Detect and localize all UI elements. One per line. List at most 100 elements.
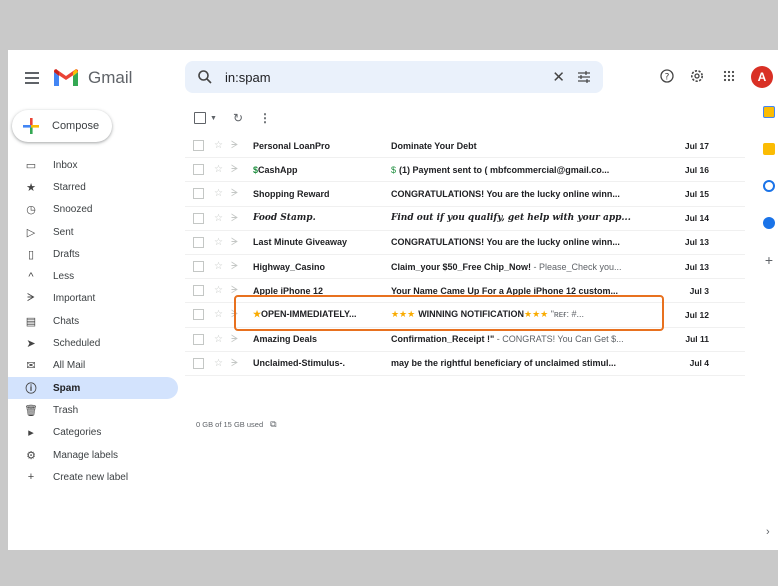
account-avatar[interactable]: A <box>751 66 773 88</box>
row-checkbox[interactable] <box>193 212 204 224</box>
sender-name: Highway_Casino <box>252 261 325 272</box>
contacts-icon[interactable] <box>763 217 775 229</box>
star-icon: ★ <box>26 181 36 194</box>
email-row[interactable]: ☆ ᗒ $CashApp $ (1) Payment sent to ( mbfcomm… <box>185 158 745 183</box>
important-marker-icon[interactable]: ᗒ <box>231 334 239 345</box>
search-bar[interactable]: ✕ <box>185 61 603 93</box>
select-dropdown-icon[interactable]: ▼ <box>210 115 217 122</box>
search-options-icon[interactable] <box>577 70 591 84</box>
email-snippet: "ʀᴇғ: #... <box>548 309 585 320</box>
row-checkbox[interactable] <box>193 140 204 152</box>
important-marker-icon[interactable]: ᗒ <box>231 140 239 151</box>
sidebar-item-snoozed[interactable]: ◷ Snoozed <box>8 199 178 221</box>
sender-name: Unclaimed-Stimulus-. <box>252 358 345 369</box>
star-icon[interactable]: ☆ <box>214 213 223 224</box>
search-input[interactable] <box>223 68 547 86</box>
help-icon[interactable]: ? <box>660 69 674 83</box>
star-icon[interactable]: ☆ <box>214 309 223 320</box>
star-icon[interactable]: ☆ <box>214 285 223 296</box>
row-checkbox[interactable] <box>193 261 204 273</box>
email-row[interactable]: ☆ ᗒ ★OPEN-IMMEDIATELY... ★★★ WINNING NOTIFIC… <box>185 303 745 328</box>
sidebar-item-all-mail[interactable]: ✉ All Mail <box>8 355 178 377</box>
important-marker-icon[interactable]: ᗒ <box>231 261 239 272</box>
sidebar-item-important[interactable]: ᗒ Important <box>8 288 178 310</box>
row-checkbox[interactable] <box>193 188 204 200</box>
email-row[interactable]: ☆ ᗒ Highway_Casino Claim_your $50_Free Chip… <box>185 254 745 280</box>
important-marker-icon[interactable]: ᗒ <box>231 237 239 248</box>
apps-grid-icon[interactable] <box>723 70 735 82</box>
clock-icon: ◷ <box>26 204 36 217</box>
sender-name: Personal LoanPro <box>252 140 330 151</box>
show-side-panel-icon[interactable]: › <box>766 526 770 538</box>
sidebar-item-label: Manage labels <box>53 449 119 461</box>
email-date: Jul 17 <box>684 140 709 151</box>
email-subject: CONGRATULATIONS! You are the lucky onlin… <box>391 237 631 247</box>
email-row[interactable]: ☆ ᗒ Apple iPhone 12 Your Name Came Up For a… <box>185 279 745 304</box>
add-addon-icon[interactable]: + <box>763 253 775 267</box>
gmail-wordmark: Gmail <box>88 68 133 87</box>
clear-search-icon[interactable]: ✕ <box>552 68 565 86</box>
important-marker-icon[interactable]: ᗒ <box>231 188 239 199</box>
important-marker-icon[interactable]: ᗒ <box>231 164 239 175</box>
main-menu-icon[interactable] <box>25 72 39 84</box>
row-checkbox[interactable] <box>193 285 204 297</box>
email-row[interactable]: ☆ ᗒ Shopping Reward CONGRATULATIONS! You ar… <box>185 182 745 207</box>
email-row[interactable]: ☆ ᗒ Amazing Deals Confirmation_Receipt !" -… <box>185 327 745 352</box>
important-marker-icon[interactable]: ᗒ <box>231 309 239 320</box>
row-checkbox[interactable] <box>193 333 204 345</box>
email-date: Jul 15 <box>684 188 709 199</box>
email-subject: Find out if you qualify, get help with y… <box>391 213 631 223</box>
sidebar-item-trash[interactable]: 🗑 Trash <box>8 399 178 421</box>
subject-text: Dominate Your Debt <box>390 140 477 151</box>
tasks-icon[interactable] <box>763 180 775 192</box>
search-icon[interactable] <box>197 69 213 85</box>
sidebar-item-spam[interactable]: ⓘ Spam <box>8 376 178 400</box>
sender-name: CashApp <box>257 164 298 175</box>
select-all-checkbox[interactable] <box>194 112 206 124</box>
star-icon[interactable]: ☆ <box>214 237 223 248</box>
sender-name: Apple iPhone 12 <box>252 285 323 296</box>
email-date: Jul 11 <box>685 334 709 345</box>
sidebar-item-starred[interactable]: ★ Starred <box>8 176 178 198</box>
email-row[interactable]: ☆ ᗒ Personal LoanPro Dominate Your Debt Jul … <box>185 134 745 159</box>
sidebar-item-categories[interactable]: ▸ Categories <box>8 422 178 444</box>
keep-icon[interactable] <box>763 143 775 155</box>
star-icon[interactable]: ☆ <box>214 188 223 199</box>
more-options-icon[interactable]: ⋮ <box>259 111 271 125</box>
row-checkbox[interactable] <box>193 164 204 176</box>
row-checkbox[interactable] <box>193 357 204 369</box>
external-link-icon[interactable]: ⧉ <box>270 419 276 430</box>
sidebar-item-manage-labels[interactable]: ⚙ Manage labels <box>8 444 178 466</box>
row-checkbox[interactable] <box>193 236 204 248</box>
row-checkbox[interactable] <box>193 309 204 321</box>
important-marker-icon[interactable]: ᗒ <box>231 213 239 224</box>
sidebar-item-create-new-label[interactable]: + Create new label <box>8 466 178 488</box>
sidebar-item-sent[interactable]: ▷ Sent <box>8 221 178 243</box>
compose-button[interactable]: Compose <box>12 110 112 142</box>
gmail-logo[interactable]: Gmail <box>52 66 132 90</box>
all-mail-icon: ✉ <box>26 360 36 373</box>
email-subject: CONGRATULATIONS! You are the lucky onlin… <box>391 189 631 199</box>
sender-name: Food Stamp. <box>252 213 316 224</box>
calendar-icon[interactable] <box>763 106 775 118</box>
email-date: Jul 3 <box>689 285 709 296</box>
sidebar-item-inbox[interactable]: ▭ Inbox <box>8 154 178 176</box>
star-icon[interactable]: ☆ <box>214 261 223 272</box>
sidebar-item-scheduled[interactable]: ➤ Scheduled <box>8 332 178 354</box>
star-icon[interactable]: ☆ <box>214 164 223 175</box>
important-marker-icon[interactable]: ᗒ <box>231 358 239 369</box>
important-marker-icon[interactable]: ᗒ <box>231 285 239 296</box>
email-row[interactable]: ☆ ᗒ Last Minute Giveaway CONGRATULATIONS! Y… <box>185 230 745 255</box>
sidebar-item-drafts[interactable]: ▯ Drafts <box>8 243 178 265</box>
star-icon[interactable]: ☆ <box>214 334 223 345</box>
sidebar-item-chats[interactable]: ▤ Chats <box>8 310 178 332</box>
settings-gear-icon[interactable] <box>689 68 705 84</box>
star-icon[interactable]: ☆ <box>214 358 223 369</box>
email-row[interactable]: ☆ ᗒ Food Stamp. Find out if you qualify, ge… <box>185 206 745 231</box>
sidebar-item-label: Spam <box>53 382 81 394</box>
star-icon[interactable]: ☆ <box>214 140 223 151</box>
sidebar-item-less[interactable]: ^ Less <box>8 265 178 287</box>
refresh-icon[interactable]: ↻ <box>233 111 243 125</box>
draft-icon: ▯ <box>27 248 35 261</box>
email-row[interactable]: ☆ ᗒ Unclaimed-Stimulus-. may be the rightfu… <box>185 351 745 376</box>
